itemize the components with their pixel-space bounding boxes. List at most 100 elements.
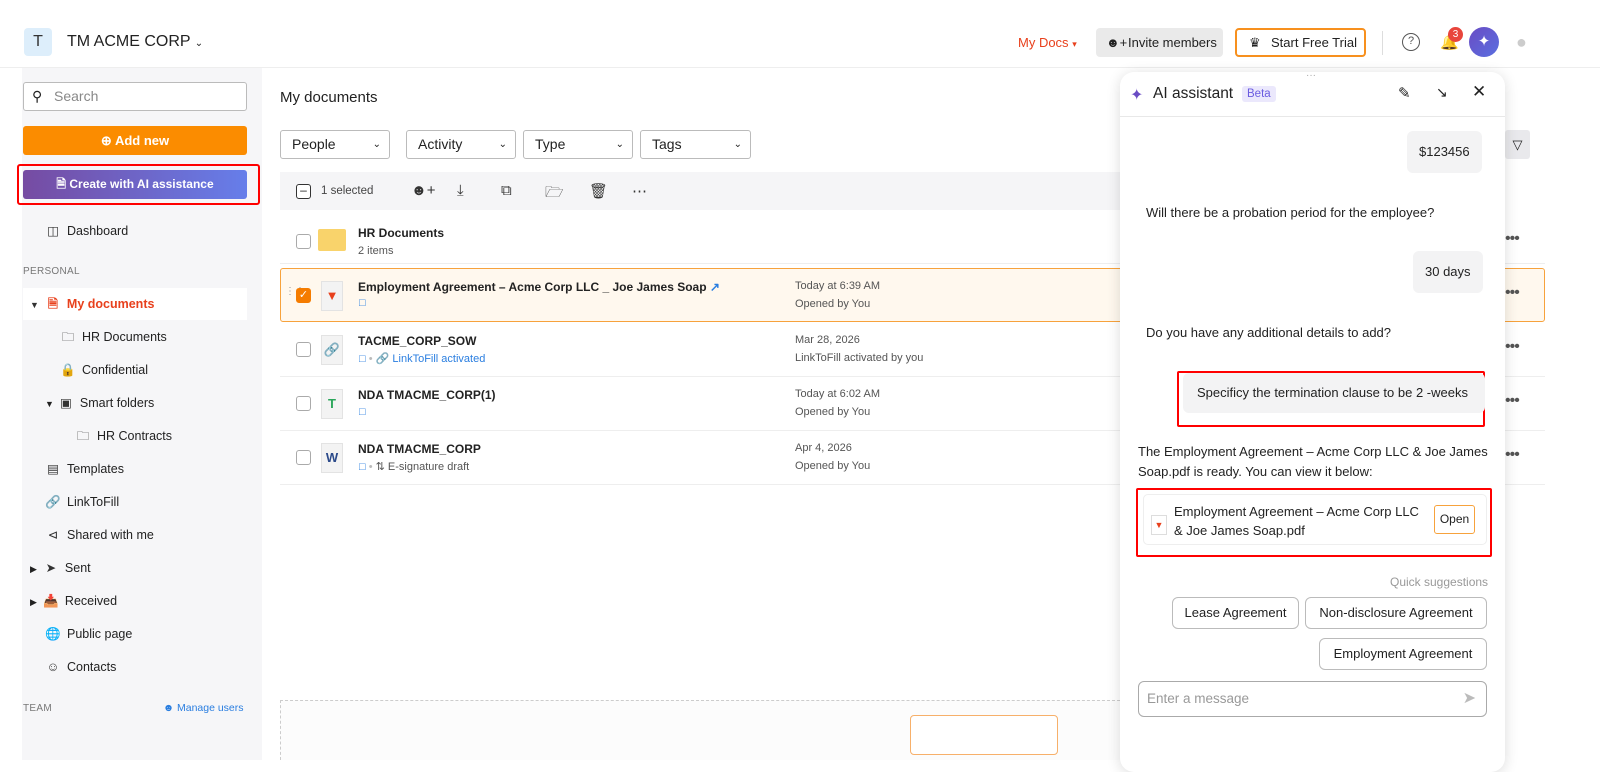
create-with-ai-button[interactable]: 🗎 Create with AI assistance: [23, 170, 247, 199]
select-files-button[interactable]: [910, 715, 1058, 755]
lock-icon: 🔒: [60, 363, 76, 377]
comment-icon[interactable]: □: [359, 353, 366, 365]
row-checkbox[interactable]: [296, 396, 311, 411]
crown-icon: ♛: [1249, 35, 1261, 50]
file-name[interactable]: TACME_CORP_SOW: [358, 334, 476, 348]
comment-icon[interactable]: □: [359, 461, 366, 473]
user-message: 30 days: [1413, 251, 1483, 293]
row-checkbox[interactable]: [296, 450, 311, 465]
sidebar-item-confidential[interactable]: 🔒 Confidential: [60, 359, 148, 381]
close-icon[interactable]: ✕: [1472, 82, 1486, 102]
label: Confidential: [82, 363, 149, 377]
sidebar-item-received[interactable]: ▶ 📥 Received: [30, 590, 117, 612]
my-docs-dropdown[interactable]: My Docs ▾: [1018, 35, 1077, 50]
row-date: Apr 4, 2026 Opened by You: [795, 442, 871, 472]
label: Templates: [67, 462, 124, 476]
user-avatar-icon[interactable]: ●: [1516, 32, 1536, 54]
add-user-icon[interactable]: ☻+: [411, 182, 436, 199]
new-chat-icon[interactable]: ✎: [1398, 84, 1411, 102]
word-file-icon: W: [321, 443, 343, 473]
message-input[interactable]: Enter a message ➤: [1138, 681, 1487, 717]
esign-tag: E-signature draft: [387, 461, 470, 473]
manage-users-link[interactable]: ☻ Manage users: [163, 702, 244, 714]
chevron-down-icon: ⌄: [372, 139, 381, 150]
user-message: Specificy the termination clause to be 2…: [1183, 373, 1485, 413]
sparkle-icon: ✦: [1130, 87, 1144, 104]
invite-members-button[interactable]: ☻+ Invite members: [1096, 28, 1223, 57]
quick-suggestions-label: Quick suggestions: [1390, 575, 1489, 589]
row-checkbox[interactable]: [296, 342, 311, 357]
filter-tags[interactable]: Tags ⌄: [640, 130, 751, 159]
sidebar-item-hr-contracts[interactable]: 🗀 HR Contracts: [75, 425, 172, 447]
suggestion-chip[interactable]: Employment Agreement: [1319, 638, 1487, 670]
sidebar-item-hr-documents[interactable]: 🗀 HR Documents: [60, 326, 167, 348]
chevron-right-icon: ▶: [30, 597, 37, 607]
deselect-checkbox[interactable]: –: [296, 184, 311, 199]
comment-icon[interactable]: □: [359, 297, 366, 309]
my-docs-label: My Docs: [1018, 35, 1069, 50]
more-icon[interactable]: •••: [1505, 446, 1520, 464]
help-icon[interactable]: ?: [1402, 33, 1420, 51]
users-icon: ☻: [163, 702, 175, 714]
add-new-label: Add new: [114, 133, 170, 148]
minimize-icon[interactable]: ↘: [1436, 84, 1448, 101]
inbox-icon: 📥: [43, 594, 59, 608]
suggestion-chip[interactable]: Lease Agreement: [1172, 597, 1299, 629]
add-new-button[interactable]: ⊕ Add new: [23, 126, 247, 155]
message-placeholder: Enter a message: [1147, 691, 1250, 706]
sidebar-item-sent[interactable]: ▶ ➤ Sent: [30, 557, 91, 579]
more-icon[interactable]: ⋯: [632, 182, 647, 200]
chevron-down-icon: ▼: [45, 399, 54, 409]
filter-people[interactable]: People ⌄: [280, 130, 390, 159]
assistant-message: The Employment Agreement – Acme Corp LLC…: [1138, 444, 1488, 479]
filter-activity[interactable]: Activity ⌄: [406, 130, 516, 159]
file-meta: □ • ⇅ E-signature draft: [359, 461, 470, 473]
esign-icon: ⇅: [375, 461, 385, 473]
copy-icon[interactable]: ⧉: [501, 182, 512, 199]
file-name[interactable]: Employment Agreement – Acme Corp LLC _ J…: [358, 280, 720, 294]
more-icon[interactable]: •••: [1505, 230, 1520, 248]
download-icon[interactable]: ⤓: [457, 182, 464, 199]
comment-icon[interactable]: □: [359, 406, 366, 418]
file-name[interactable]: NDA TMACME_CORP: [358, 442, 481, 456]
share-icon: ⊲: [47, 528, 59, 542]
send-icon: ➤: [45, 561, 57, 575]
more-icon[interactable]: •••: [1505, 284, 1520, 302]
contacts-icon: ☺: [46, 660, 60, 674]
user-message: $123456: [1407, 131, 1482, 173]
sidebar-item-public-page[interactable]: 🌐 Public page: [45, 623, 132, 645]
template-file-icon: T: [321, 389, 343, 419]
suggestion-chip[interactable]: Non-disclosure Agreement: [1305, 597, 1487, 629]
sidebar-item-my-documents[interactable]: ▼ 🗎 My documents: [30, 293, 154, 315]
sidebar-item-linktofill[interactable]: 🔗 LinkToFill: [45, 491, 119, 513]
link-icon: 🔗: [45, 495, 61, 509]
sidebar-item-templates[interactable]: ▤ Templates: [45, 458, 124, 480]
sidebar-item-dashboard[interactable]: ◫ Dashboard: [45, 220, 128, 242]
filter-type[interactable]: Type ⌄: [523, 130, 633, 159]
more-icon[interactable]: •••: [1505, 338, 1520, 356]
org-switcher[interactable]: TM ACME CORP ⌄: [67, 33, 203, 51]
bulk-toolbar: [280, 172, 1120, 210]
trial-label: Start Free Trial: [1271, 35, 1357, 50]
send-icon[interactable]: ➤: [1463, 682, 1476, 716]
row-checkbox[interactable]: ✓: [296, 288, 311, 303]
row-checkbox[interactable]: [296, 234, 311, 249]
trash-icon[interactable]: 🗑: [589, 182, 608, 200]
sidebar-item-contacts[interactable]: ☺ Contacts: [45, 656, 117, 678]
search-input[interactable]: ⚲ Search: [23, 82, 247, 111]
sidebar-item-smart-folders[interactable]: ▼ ▣ Smart folders: [45, 392, 154, 414]
folder-name[interactable]: HR Documents: [358, 226, 444, 240]
file-name[interactable]: NDA TMACME_CORP(1): [358, 388, 496, 402]
ai-sparkle-button[interactable]: ✦: [1469, 27, 1499, 57]
more-icon[interactable]: •••: [1505, 392, 1520, 410]
open-file-button[interactable]: Open: [1434, 505, 1475, 534]
org-name: TM ACME CORP: [67, 33, 191, 50]
pdf-file-icon: ▼: [1151, 515, 1167, 535]
ai-doc-icon: 🗎: [56, 177, 67, 191]
move-folder-icon[interactable]: 🗁: [545, 182, 564, 207]
start-free-trial-button[interactable]: ♛ Start Free Trial: [1235, 28, 1366, 57]
sidebar-item-shared[interactable]: ⊲ Shared with me: [45, 524, 154, 546]
filter-icon[interactable]: ▽: [1505, 130, 1530, 159]
external-link-icon[interactable]: ↗: [710, 280, 720, 294]
row-date: Mar 28, 2026 LinkToFill activated by you: [795, 334, 924, 364]
